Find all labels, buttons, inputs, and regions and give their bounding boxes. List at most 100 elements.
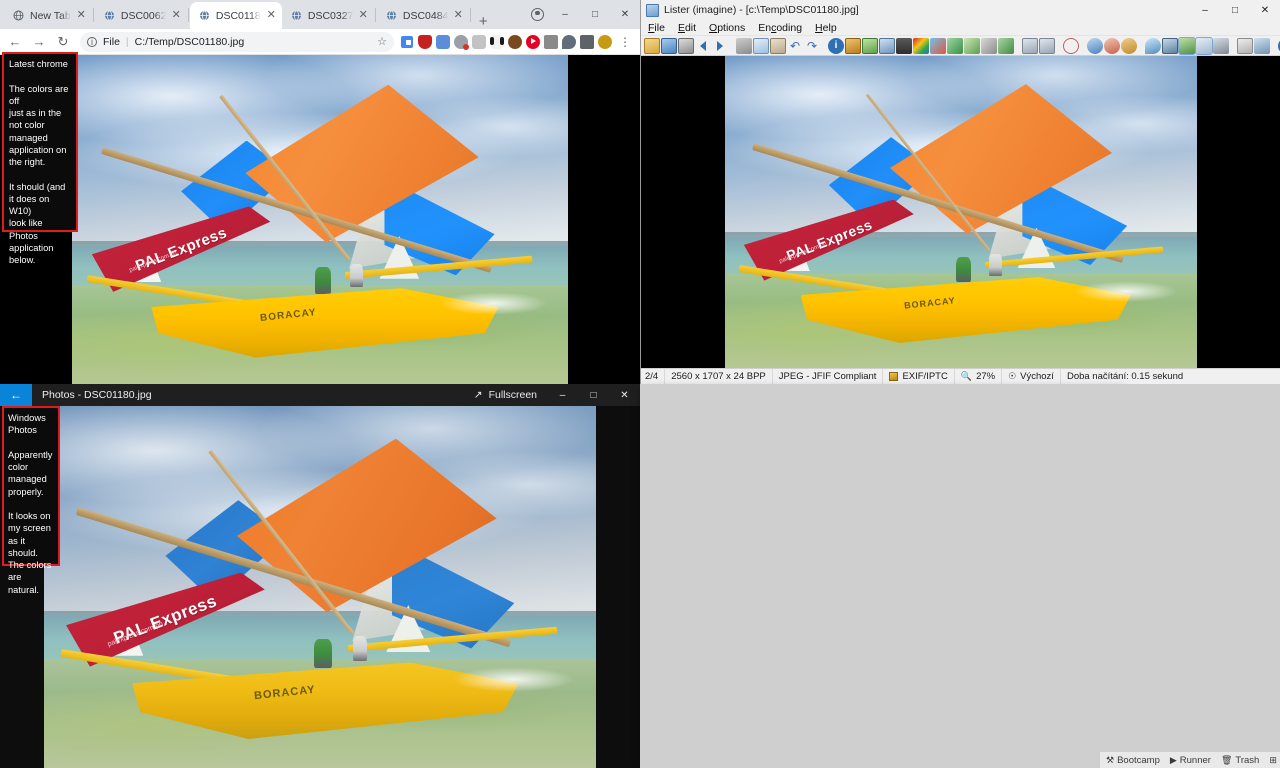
undo-icon[interactable]: ↶	[787, 38, 803, 54]
page-info-icon[interactable]: i	[87, 36, 97, 47]
paste-icon[interactable]	[770, 37, 786, 54]
bookmark-star-icon[interactable]: ☆	[377, 35, 387, 48]
lister-minimize-button[interactable]: –	[1190, 0, 1220, 20]
tab-close-icon[interactable]: ✕	[359, 10, 368, 21]
photo-person-green-shirt	[956, 257, 972, 283]
color-adjust-icon[interactable]	[930, 37, 946, 54]
info-icon[interactable]: i	[828, 37, 844, 54]
effects-icon[interactable]	[947, 37, 963, 54]
copy-icon[interactable]	[753, 37, 769, 54]
zoom-out-icon[interactable]	[1104, 37, 1120, 54]
save-icon[interactable]	[661, 37, 677, 54]
image-icon[interactable]	[845, 37, 861, 54]
photos-minimize-button[interactable]: –	[547, 384, 578, 406]
forward-icon[interactable]: →	[28, 34, 50, 49]
address-bar[interactable]: i File | C:/Temp/DSC01180.jpg ☆	[80, 31, 394, 52]
tab-close-icon[interactable]: ✕	[454, 10, 463, 21]
player-extension-icon[interactable]	[526, 34, 540, 49]
dock-item-grid[interactable]: ⊞	[1269, 755, 1277, 766]
photo-person-green-shirt	[314, 639, 333, 669]
menu-edit[interactable]: Edit	[678, 22, 696, 34]
tab-new-tab[interactable]: New Tab ✕	[4, 2, 92, 29]
back-icon[interactable]: ←	[4, 34, 26, 49]
tab-label: DSC01180.jpg	[215, 9, 261, 22]
photo-person-white-shirt	[349, 263, 363, 287]
photos-image-area: PAL Express palexpress.com.ph BORACAY	[0, 406, 640, 768]
print-preview-icon[interactable]	[879, 37, 895, 54]
palette-icon[interactable]	[913, 37, 929, 54]
export-icon[interactable]	[998, 37, 1014, 54]
pin-extension-icon[interactable]	[562, 34, 576, 49]
next-icon[interactable]	[712, 38, 728, 54]
zoom-in-icon[interactable]	[1087, 37, 1103, 54]
menu-help[interactable]: Help	[815, 22, 837, 34]
menu-file[interactable]: File	[648, 22, 665, 34]
eyedropper-icon[interactable]	[1213, 37, 1229, 54]
menu-encoding[interactable]: Encoding	[758, 22, 802, 34]
dock-strip: ⚒ Bootcamp ▶ Runner 🗑 Trash ⊞ ⓘ	[1100, 752, 1280, 768]
zoom-page-icon[interactable]	[1022, 37, 1038, 54]
chrome-maximize-button[interactable]: □	[580, 2, 610, 28]
photos-fullscreen-button[interactable]: ↗ Fullscreen	[464, 384, 547, 406]
shield-extension-icon[interactable]	[418, 34, 432, 49]
photos-back-button[interactable]: ←	[0, 384, 32, 406]
dock-label: Runner	[1179, 754, 1211, 766]
chrome-menu-icon[interactable]: ⋮	[616, 35, 634, 49]
chrome-page-content: PAL Express palexpress.com.ph BORACAY	[0, 55, 640, 384]
rotate-icon[interactable]	[964, 37, 980, 54]
color-manage-icon[interactable]	[1178, 36, 1196, 55]
tab-dsc00628[interactable]: DSC00628.jpg ✕	[95, 2, 187, 29]
screenshot-extension-icon[interactable]	[436, 34, 450, 49]
monitor-icon[interactable]	[1162, 37, 1178, 54]
tab-close-icon[interactable]: ✕	[267, 10, 276, 21]
profile-avatar-icon[interactable]	[531, 8, 544, 21]
reload-icon[interactable]: ↻	[52, 34, 74, 50]
open-icon[interactable]	[644, 37, 660, 54]
sound-icon[interactable]	[862, 37, 878, 54]
tab-dsc01180[interactable]: DSC01180.jpg ✕	[189, 2, 282, 29]
photos-close-button[interactable]: ✕	[609, 384, 640, 406]
dock-item-runner[interactable]: ▶ Runner	[1170, 755, 1211, 766]
chocolate-extension-icon[interactable]	[508, 34, 522, 49]
chrome-close-button[interactable]: ✕	[610, 2, 640, 28]
status-exif: EXIF/IPTC	[883, 369, 955, 384]
tab-dsc04842[interactable]: DSC04842.jpg ✕	[377, 2, 469, 29]
cut-icon[interactable]	[736, 37, 752, 54]
windows-photos-window: ← Photos - DSC01180.jpg ↗ Fullscreen – □…	[0, 384, 640, 768]
profile-extension-icon[interactable]	[598, 34, 612, 49]
dock-item-trash[interactable]: 🗑 Trash	[1221, 755, 1259, 766]
photos-maximize-button[interactable]: □	[578, 384, 609, 406]
wand-icon[interactable]	[1063, 37, 1079, 54]
blocker-extension-icon[interactable]	[454, 34, 469, 50]
dock-item-bootcamp[interactable]: ⚒ Bootcamp	[1106, 755, 1160, 766]
tab-dsc03274[interactable]: DSC03274.jpg ✕	[282, 2, 374, 29]
tab-close-icon[interactable]: ✕	[172, 10, 181, 21]
resize-icon[interactable]	[981, 37, 997, 54]
frame-icon[interactable]	[1237, 37, 1253, 54]
translate-extension-icon[interactable]	[400, 34, 414, 49]
compare-icon[interactable]	[1254, 37, 1270, 54]
chrome-window-controls: – □ ✕	[531, 0, 640, 29]
fill-icon[interactable]	[896, 37, 912, 54]
zoom-fit-icon[interactable]	[1039, 37, 1055, 54]
panda-extension-icon[interactable]	[490, 34, 504, 49]
new-tab-button[interactable]: +	[472, 14, 495, 29]
tab-close-icon[interactable]: ✕	[77, 10, 86, 21]
puzzle-extension-icon[interactable]	[580, 34, 594, 49]
photos-title-text: Photos - DSC01180.jpg	[42, 389, 152, 401]
print-icon[interactable]	[678, 37, 694, 54]
clipboard-extension-icon[interactable]	[472, 34, 486, 49]
lister-maximize-button[interactable]: □	[1220, 0, 1250, 20]
zoom-search-icon[interactable]	[1145, 37, 1161, 54]
photo-wave-foam	[1074, 280, 1179, 303]
menu-options[interactable]: Options	[709, 22, 745, 34]
zoom-reset-icon[interactable]	[1121, 37, 1137, 54]
lister-close-button[interactable]: ✕	[1250, 0, 1280, 20]
tab-label: DSC00628.jpg	[120, 9, 166, 22]
chrome-minimize-button[interactable]: –	[550, 2, 580, 28]
redo-icon[interactable]: ↷	[804, 38, 820, 54]
camera-extension-icon[interactable]	[544, 34, 558, 49]
lister-title-bar: Lister (imagine) - [c:\Temp\DSC01180.jpg…	[641, 0, 1280, 20]
prev-icon[interactable]	[695, 38, 711, 54]
font-icon[interactable]	[1195, 36, 1213, 55]
